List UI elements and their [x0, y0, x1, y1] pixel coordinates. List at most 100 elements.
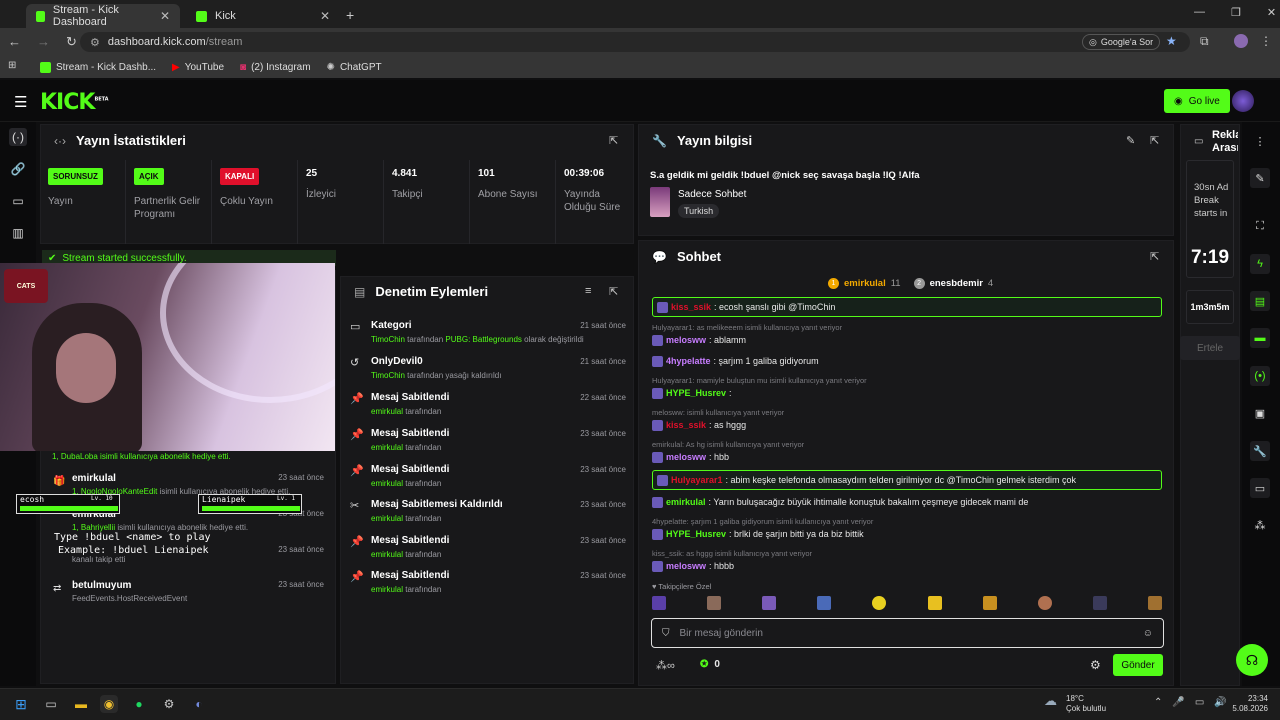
chat-username[interactable]: Hulyayarar1	[671, 475, 723, 485]
snooze-button[interactable]: Ertele	[1180, 336, 1240, 360]
chat-message[interactable]: HYPE_Husrev:	[652, 385, 1162, 401]
apps-grid-icon[interactable]: ⊞	[8, 60, 16, 71]
chat-username[interactable]: kiss_ssik	[671, 302, 711, 312]
emote-icon[interactable]	[927, 596, 942, 610]
emote-icon[interactable]	[982, 596, 997, 610]
chrome-icon[interactable]: ◉	[100, 695, 118, 713]
bookmark-kick[interactable]: Stream - Kick Dashb...	[40, 61, 156, 73]
tab-kick-dashboard[interactable]: Stream - Kick Dashboard ✕	[26, 4, 180, 28]
edit-icon[interactable]: ✎	[1250, 168, 1270, 188]
spotify-icon[interactable]: ●	[130, 695, 148, 713]
chat-icon[interactable]: ▬	[1250, 328, 1270, 348]
minimize-icon[interactable]: —	[1194, 6, 1205, 19]
file-explorer-icon[interactable]: ▬	[72, 695, 90, 713]
task-view-icon[interactable]: ▭	[42, 695, 60, 713]
reload-icon[interactable]: ↻	[66, 34, 77, 50]
kick-logo[interactable]: KICKBETA	[40, 90, 109, 115]
chat-message[interactable]: melosww: hbb	[652, 449, 1162, 465]
broadcast-icon[interactable]: (•)	[1250, 366, 1270, 386]
chat-message[interactable]: melosww: hbbb	[652, 558, 1162, 574]
printer-icon[interactable]: ▣	[1250, 403, 1270, 423]
chat-message[interactable]: emirkulal: Yarın buluşacağız büyük ihtim…	[652, 494, 1162, 510]
popout-icon[interactable]: ⇱	[609, 285, 618, 298]
ad-duration-selector[interactable]: 1m3m5m	[1186, 290, 1234, 324]
popout-icon[interactable]: ⇱	[1150, 134, 1159, 147]
close-tab-icon[interactable]: ✕	[160, 9, 170, 23]
close-window-icon[interactable]: ✕	[1267, 6, 1276, 19]
popout-icon[interactable]: ⇱	[609, 134, 618, 147]
steam-icon[interactable]: ⚙	[160, 695, 178, 713]
chat-message[interactable]: 4hypelatte: şarjım 1 galiba gidiyorum	[652, 353, 1162, 369]
settings-gear-icon[interactable]: ⚙	[1090, 658, 1101, 672]
chat-username[interactable]: 4hypelatte	[666, 356, 711, 366]
lightning-icon[interactable]: ϟ	[1250, 254, 1270, 274]
emote-icon[interactable]	[762, 596, 777, 610]
site-info-icon[interactable]: ⚙	[90, 36, 100, 49]
chat-message[interactable]: kiss_ssik: ecosh şanslı gibi @TimoChin	[652, 297, 1162, 317]
hamburger-menu-icon[interactable]: ☰	[14, 93, 27, 111]
clock[interactable]: 23:34 5.08.2026	[1232, 694, 1268, 714]
link-icon[interactable]: 🔗	[9, 160, 27, 178]
analytics-icon[interactable]: ▥	[9, 224, 27, 242]
volume-icon[interactable]: 🔊	[1214, 697, 1226, 708]
close-tab-icon[interactable]: ✕	[320, 9, 330, 23]
chat-username[interactable]: melosww	[666, 335, 706, 345]
people-icon[interactable]: ⁂	[1250, 515, 1270, 535]
emote-icon[interactable]	[872, 596, 887, 610]
filter-icon[interactable]: ≡	[585, 285, 591, 297]
maximize-icon[interactable]: ❐	[1231, 6, 1241, 19]
bookmark-chatgpt[interactable]: ✺ ChatGPT	[327, 62, 382, 73]
chat-input-box[interactable]: ⛉ Bir mesaj gönderin ☺	[651, 618, 1164, 648]
bookmark-youtube[interactable]: ▶ YouTube	[172, 62, 224, 73]
user-avatar[interactable]	[1232, 90, 1254, 112]
back-icon[interactable]: ←	[8, 34, 21, 50]
new-tab-icon[interactable]: +	[346, 7, 354, 23]
google-ask-button[interactable]: ◎ Google'a Sor	[1082, 34, 1161, 50]
more-options-icon[interactable]: ⋮	[1250, 131, 1270, 151]
extensions-icon[interactable]: ⧉	[1200, 34, 1209, 49]
edit-icon[interactable]: ✎	[1126, 134, 1135, 147]
emote-icon[interactable]	[1147, 596, 1162, 610]
chat-username[interactable]: HYPE_Husrev	[666, 529, 726, 539]
bookmark-instagram[interactable]: ◙ (2) Instagram	[240, 62, 311, 73]
chat-username[interactable]: melosww	[666, 561, 706, 571]
chat-username[interactable]: emirkulal	[666, 497, 706, 507]
chat-input[interactable]: Bir mesaj gönderin	[680, 628, 1133, 639]
send-button[interactable]: Gönder	[1113, 654, 1163, 676]
mic-icon[interactable]: 🎤	[1172, 697, 1184, 708]
window-icon[interactable]: ▭	[9, 192, 27, 210]
chat-rules-icon[interactable]: ⁂∞	[656, 659, 675, 672]
emoji-icon[interactable]: ☺	[1143, 628, 1153, 639]
windows-start-icon[interactable]: ⊞	[12, 695, 30, 713]
bookmark-star-icon[interactable]: ★	[1166, 34, 1177, 48]
chat-message[interactable]: melosww: ablamm	[652, 332, 1162, 348]
go-live-button[interactable]: ◉ Go live	[1164, 89, 1230, 113]
popout-icon[interactable]: ⇱	[1150, 250, 1159, 263]
channel-points[interactable]: ✪ 0	[700, 659, 720, 670]
forward-icon[interactable]: →	[37, 34, 50, 50]
chat-username[interactable]: melosww	[666, 452, 706, 462]
expand-icon[interactable]: ⛶	[1250, 216, 1270, 236]
weather-widget[interactable]: 18°C Çok bulutlu	[1066, 694, 1106, 714]
emote-icon[interactable]	[652, 596, 666, 610]
emote-icon[interactable]	[817, 596, 832, 610]
layout-icon[interactable]: ▭	[1250, 478, 1270, 498]
emote-icon[interactable]	[1092, 596, 1107, 610]
url-field[interactable]: ⚙ dashboard.kick.com/stream	[80, 32, 1190, 52]
stream-icon[interactable]: (·)	[9, 128, 27, 146]
chat-username[interactable]: HYPE_Husrev	[666, 388, 726, 398]
chat-message[interactable]: Hulyayarar1: abim keşke telefonda olmasa…	[652, 470, 1162, 490]
chat-username[interactable]: kiss_ssik	[666, 420, 706, 430]
browser-menu-icon[interactable]: ⋮	[1260, 34, 1272, 48]
tab-kick[interactable]: Kick ✕	[186, 4, 340, 28]
chat-message[interactable]: kiss_ssik: as hggg	[652, 417, 1162, 433]
tray-chevron-icon[interactable]: ⌃	[1154, 697, 1162, 708]
discord-icon[interactable]: ◐	[190, 695, 208, 713]
network-icon[interactable]: ▭	[1195, 697, 1204, 708]
help-support-icon[interactable]: ☊	[1236, 644, 1268, 676]
profile-avatar[interactable]	[1234, 34, 1248, 48]
note-icon[interactable]: ▤	[1250, 291, 1270, 311]
chat-message[interactable]: HYPE_Husrev: brlki de şarjın bitti ya da…	[652, 526, 1162, 542]
emote-icon[interactable]	[1037, 596, 1052, 610]
emote-icon[interactable]	[707, 596, 722, 610]
